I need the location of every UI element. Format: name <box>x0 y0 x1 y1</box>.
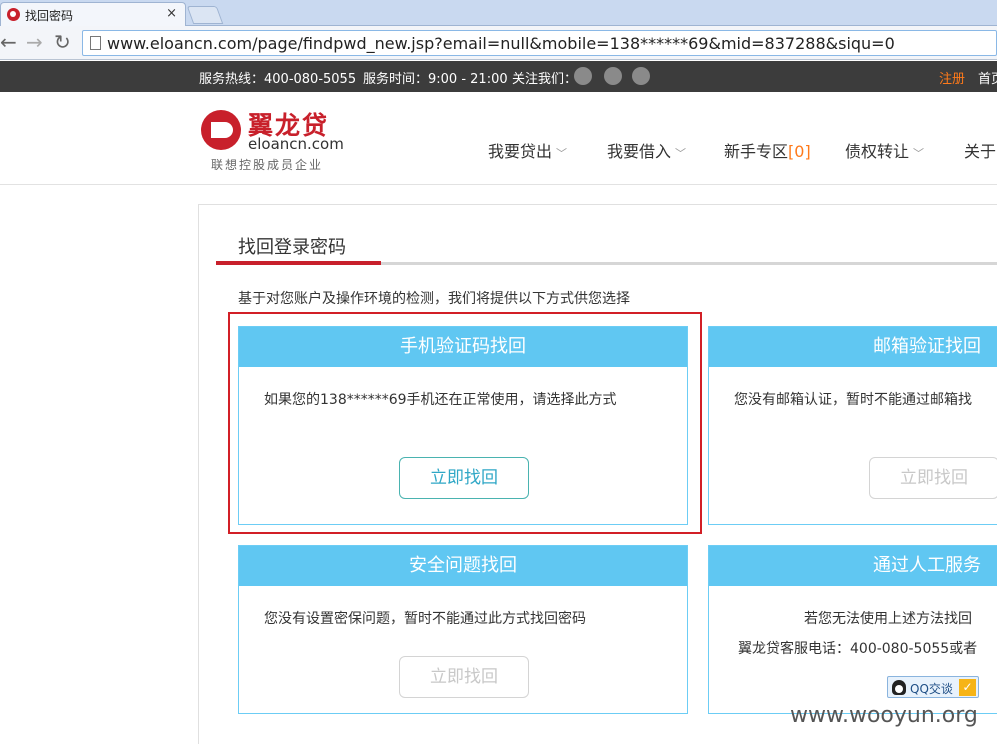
card-title: 通过人工服务 <box>709 546 997 586</box>
title-divider-accent <box>216 261 381 265</box>
reload-icon[interactable]: ↻ <box>54 32 71 52</box>
site-topbar: 服务热线：400-080-5055 服务时间：9:00 - 21:00 关注我们… <box>0 61 997 92</box>
page-title: 找回登录密码 <box>238 237 346 258</box>
url-text[interactable]: www.eloancn.com/page/findpwd_new.jsp?ema… <box>107 34 895 53</box>
card-title: 邮箱验证找回 <box>709 327 997 367</box>
chevron-down-icon: ﹀ <box>913 147 925 160</box>
menu-about[interactable]: 关于 <box>964 138 996 162</box>
highlight-box <box>228 312 702 534</box>
service-hours-text: 服务时间：9:00 - 21:00 <box>363 72 508 87</box>
weibo-icon[interactable] <box>574 67 592 85</box>
tab-title: 找回密码 <box>25 9 74 23</box>
card-title: 安全问题找回 <box>239 546 687 586</box>
qq-icon[interactable] <box>632 67 650 85</box>
address-bar[interactable]: www.eloancn.com/page/findpwd_new.jsp?ema… <box>82 30 997 56</box>
chevron-down-icon: ﹀ <box>675 147 687 160</box>
logo-domain: eloancn.com <box>248 135 344 153</box>
chevron-down-icon: ﹀ <box>556 147 568 160</box>
close-tab-icon[interactable]: × <box>166 6 177 21</box>
browser-toolbar: ← → ↻ www.eloancn.com/page/findpwd_new.j… <box>0 26 997 60</box>
menu-lend[interactable]: 我要贷出 ﹀ <box>488 138 567 162</box>
card-security-question: 安全问题找回 您没有设置密保问题，暂时不能通过此方式找回密码 立即找回 <box>238 545 688 714</box>
card-email-recovery: 邮箱验证找回 您没有邮箱认证，暂时不能通过邮箱找 立即找回 <box>708 326 997 525</box>
intro-text: 基于对您账户及操作环境的检测，我们将提供以下方式供您选择 <box>238 291 630 307</box>
browser-tabbar: 找回密码 × <box>0 0 997 26</box>
card-description: 您没有设置密保问题，暂时不能通过此方式找回密码 <box>264 611 586 627</box>
home-link[interactable]: 首页 <box>978 68 997 87</box>
check-icon: ✓ <box>959 679 976 696</box>
watermark-text: www.wooyun.org <box>790 703 978 728</box>
back-icon[interactable]: ← <box>0 32 17 52</box>
register-link[interactable]: 注册 <box>939 68 965 87</box>
customer-service-phone: 翼龙贷客服电话：400-080-5055或者 <box>738 641 978 657</box>
new-tab-button[interactable] <box>186 6 224 24</box>
qq-chat-label: QQ交谈 <box>910 682 953 696</box>
card-description: 若您无法使用上述方法找回 <box>804 611 972 627</box>
hotline-text: 服务热线：400-080-5055 <box>199 72 357 87</box>
newbie-badge: [0] <box>788 142 811 161</box>
wechat-icon[interactable] <box>604 67 622 85</box>
logo-icon[interactable] <box>201 110 241 150</box>
follow-us-label: 关注我们： <box>512 72 578 87</box>
site-header: 翼龙贷 eloancn.com 联想控股成员企业 我要贷出 ﹀ 我要借入 ﹀ 新手专… <box>0 92 997 185</box>
menu-borrow[interactable]: 我要借入 ﹀ <box>607 138 686 162</box>
qq-penguin-icon <box>892 680 906 695</box>
qq-chat-button[interactable]: QQ交谈 ✓ <box>887 676 979 698</box>
menu-transfer[interactable]: 债权转让 ﹀ <box>845 138 924 162</box>
logo-subtitle: 联想控股成员企业 <box>211 158 324 172</box>
email-recover-button[interactable]: 立即找回 <box>869 457 997 499</box>
security-recover-button[interactable]: 立即找回 <box>399 656 529 698</box>
site-favicon-icon <box>7 8 20 21</box>
card-description: 您没有邮箱认证，暂时不能通过邮箱找 <box>734 392 972 408</box>
browser-tab[interactable]: 找回密码 × <box>0 2 186 26</box>
forward-icon[interactable]: → <box>26 32 43 52</box>
menu-newbie[interactable]: 新手专区[0] <box>724 138 811 162</box>
page-icon <box>90 36 101 50</box>
